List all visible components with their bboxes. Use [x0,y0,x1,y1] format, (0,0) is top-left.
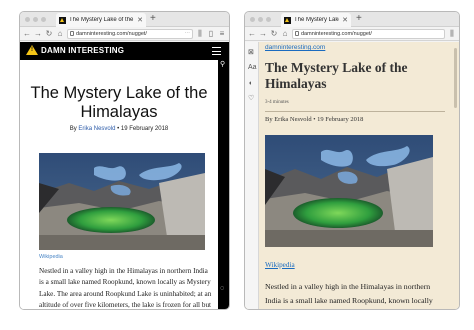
address-bar[interactable]: damninteresting.com/nugget/ [292,28,445,39]
back-icon[interactable]: ← [248,29,256,38]
home-icon[interactable]: ⌂ [56,29,64,38]
scrollbar[interactable] [454,48,457,108]
url-text: damninteresting.com/nugget/ [76,30,147,37]
tab-article[interactable]: The Mystery Lake of the Himalaya ✕ [56,13,146,27]
site-side-strip: ⚲ ◌ [218,60,229,309]
forward-icon[interactable]: → [34,29,42,38]
article-paragraph: Nestled in a valley high in the Himalaya… [265,282,433,305]
divider [265,111,445,112]
back-icon[interactable]: ← [23,29,31,38]
reading-time: 3-4 minutes [265,100,289,105]
site-brand-name: DAMN INTERESTING [41,45,125,55]
article-paragraph: Nestled in a valley high in the Himalaya… [39,267,212,310]
new-tab-icon[interactable]: + [150,13,156,24]
byline: By Erika Nesvold • 19 February 2018 [20,126,218,132]
navigation-bar: ← → ↻ ⌂ damninteresting.com/nugget/ ⫼ [245,27,459,41]
byline: By Erika Nesvold • 19 February 2018 [265,116,364,123]
tab-bar: The Mystery Lake of the Himalaya ✕ + [20,12,229,27]
site-favicon-icon [284,16,291,24]
byline-date: • 19 February 2018 [117,126,169,132]
reload-icon[interactable]: ↻ [270,29,278,38]
save-pocket-icon[interactable]: ♡ [248,94,254,102]
article-title: The Mystery Lake of the Himalayas [30,84,208,121]
warning-triangle-icon: ! [26,45,38,55]
reader-view: ⊠ Aa ◖ ♡ damninteresting.com The Mystery… [245,42,459,309]
site-favicon-icon [59,16,66,24]
home-icon[interactable]: ⌂ [281,29,289,38]
comment-icon[interactable]: ◌ [220,285,224,292]
search-icon[interactable]: ⚲ [220,60,225,68]
author-link[interactable]: Erika Nesvold [78,126,115,132]
new-tab-icon[interactable]: + [356,13,362,24]
lock-icon [70,31,74,36]
tab-title: The Mystery Lake of the Himalaya [69,17,134,23]
menu-icon[interactable]: ≡ [218,29,226,38]
type-controls-icon[interactable]: Aa [248,64,257,71]
page-content: The Mystery Lake of the Himalayas By Eri… [20,42,229,310]
reload-icon[interactable]: ↻ [45,29,53,38]
navigation-bar: ← → ↻ ⌂ damninteresting.com/nugget/ ⋯ ⫼ … [20,27,229,41]
narrate-icon[interactable]: ◖ [248,80,252,87]
byline-by: By [69,126,77,132]
lake-photo [39,153,205,250]
address-bar[interactable]: damninteresting.com/nugget/ ⋯ [67,28,193,39]
site-logo[interactable]: ! DAMN INTERESTING [26,45,124,55]
article-title: The Mystery Lake of the Himalayas [265,60,408,91]
article-area: The Mystery Lake of the Himalayas By Eri… [20,60,218,310]
lock-icon [295,31,299,36]
close-tab-icon[interactable]: ✕ [342,16,348,24]
lake-photo [265,135,433,247]
tab-article[interactable]: The Mystery Lake of the Himala ✕ [281,13,351,27]
site-header: ! DAMN INTERESTING [20,42,229,60]
url-text: damninteresting.com/nugget/ [301,30,372,37]
image-caption[interactable]: Wikipedia [265,261,295,269]
page-actions-icon[interactable]: ⋯ [185,31,191,37]
close-tab-icon[interactable]: ✕ [137,16,143,24]
library-icon[interactable]: ⫼ [196,29,204,38]
image-caption[interactable]: Wikipedia [39,254,63,260]
sidebar-icon[interactable]: ▯ [207,29,215,38]
window-controls[interactable] [25,17,46,22]
browser-window-reader: The Mystery Lake of the Himala ✕ + ← → ↻… [244,11,460,310]
library-icon[interactable]: ⫼ [448,29,456,38]
window-controls[interactable] [250,17,271,22]
reader-article: damninteresting.com The Mystery Lake of … [265,42,455,309]
forward-icon[interactable]: → [259,29,267,38]
domain-link[interactable]: damninteresting.com [265,44,325,51]
close-reader-icon[interactable]: ⊠ [248,48,254,56]
tab-bar: The Mystery Lake of the Himala ✕ + [245,12,459,27]
hamburger-menu-icon[interactable] [212,47,221,55]
reader-toolbar: ⊠ Aa ◖ ♡ [245,42,259,309]
tab-title: The Mystery Lake of the Himala [294,17,339,23]
browser-window-normal: The Mystery Lake of the Himalaya ✕ + ← →… [19,11,230,310]
